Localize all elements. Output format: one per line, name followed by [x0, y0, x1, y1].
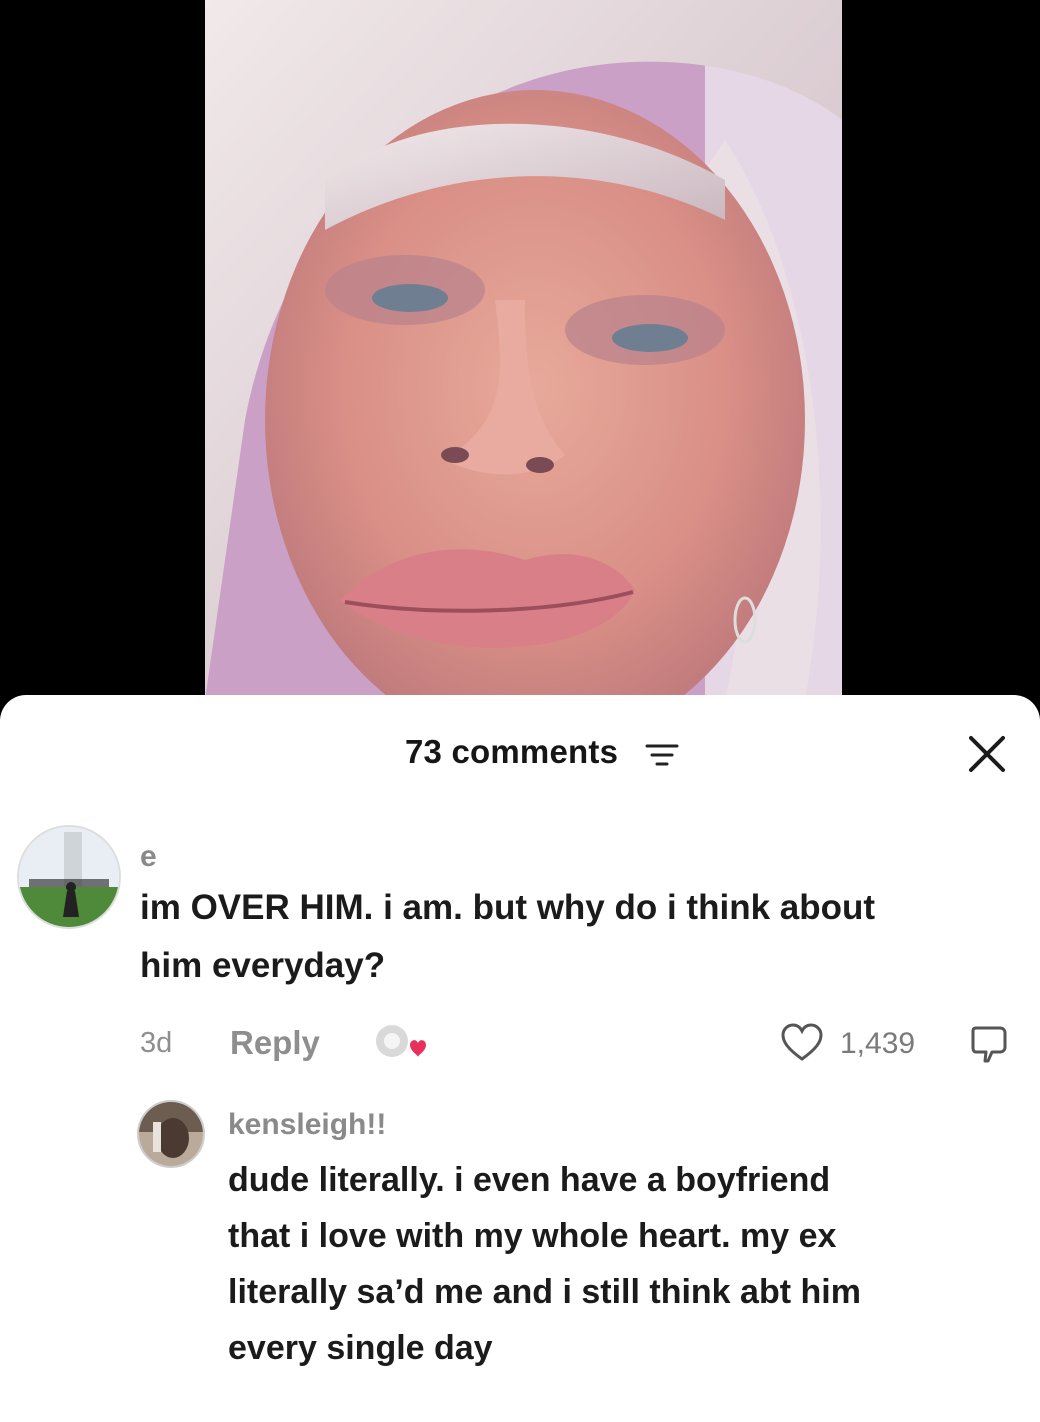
comment-line: dude literally. i even have a boyfriend — [228, 1161, 831, 1199]
comment-text: im OVER HIM. i am. but why do i think ab… — [140, 879, 1030, 995]
app-screen: 73 comments e im OVER HIM. i am. but why… — [0, 0, 1040, 1422]
comment-line: him everyday? — [140, 946, 386, 985]
comment-username[interactable]: kensleigh!! — [228, 1108, 386, 1142]
comments-header: 73 comments — [0, 723, 1040, 783]
comments-sheet: 73 comments e im OVER HIM. i am. but why… — [0, 695, 1040, 1422]
comment-username[interactable]: e — [140, 840, 157, 874]
video-player[interactable] — [205, 0, 842, 700]
comment-text: dude literally. i even have a boyfriend … — [228, 1152, 1028, 1376]
close-icon[interactable] — [962, 729, 1012, 779]
comment-line: that i love with my whole heart. my ex — [228, 1217, 837, 1255]
video-frame-image — [205, 0, 842, 700]
reply-button[interactable]: Reply — [230, 1024, 320, 1062]
comment-line: every single day — [228, 1329, 493, 1367]
heart-icon — [781, 1023, 823, 1061]
avatar-image — [139, 1102, 203, 1166]
avatar-image — [19, 827, 119, 927]
comments-count: 73 comments — [405, 733, 619, 770]
comment-line: literally sa’d me and i still think abt … — [228, 1273, 861, 1311]
comment-item: e im OVER HIM. i am. but why do i think … — [0, 815, 1040, 1085]
like-button[interactable]: 1,439 — [780, 1021, 940, 1065]
like-count: 1,439 — [840, 1027, 916, 1060]
creator-liked-icon — [376, 1025, 426, 1057]
avatar[interactable] — [137, 1100, 205, 1168]
comment-time: 3d — [140, 1027, 173, 1059]
comment-line: im OVER HIM. i am. but why do i think ab… — [140, 888, 876, 927]
avatar[interactable] — [17, 825, 121, 929]
comment-item: kensleigh!! dude literally. i even have … — [0, 1092, 1040, 1422]
dislike-icon[interactable] — [970, 1023, 1012, 1065]
filter-icon[interactable] — [645, 743, 679, 767]
